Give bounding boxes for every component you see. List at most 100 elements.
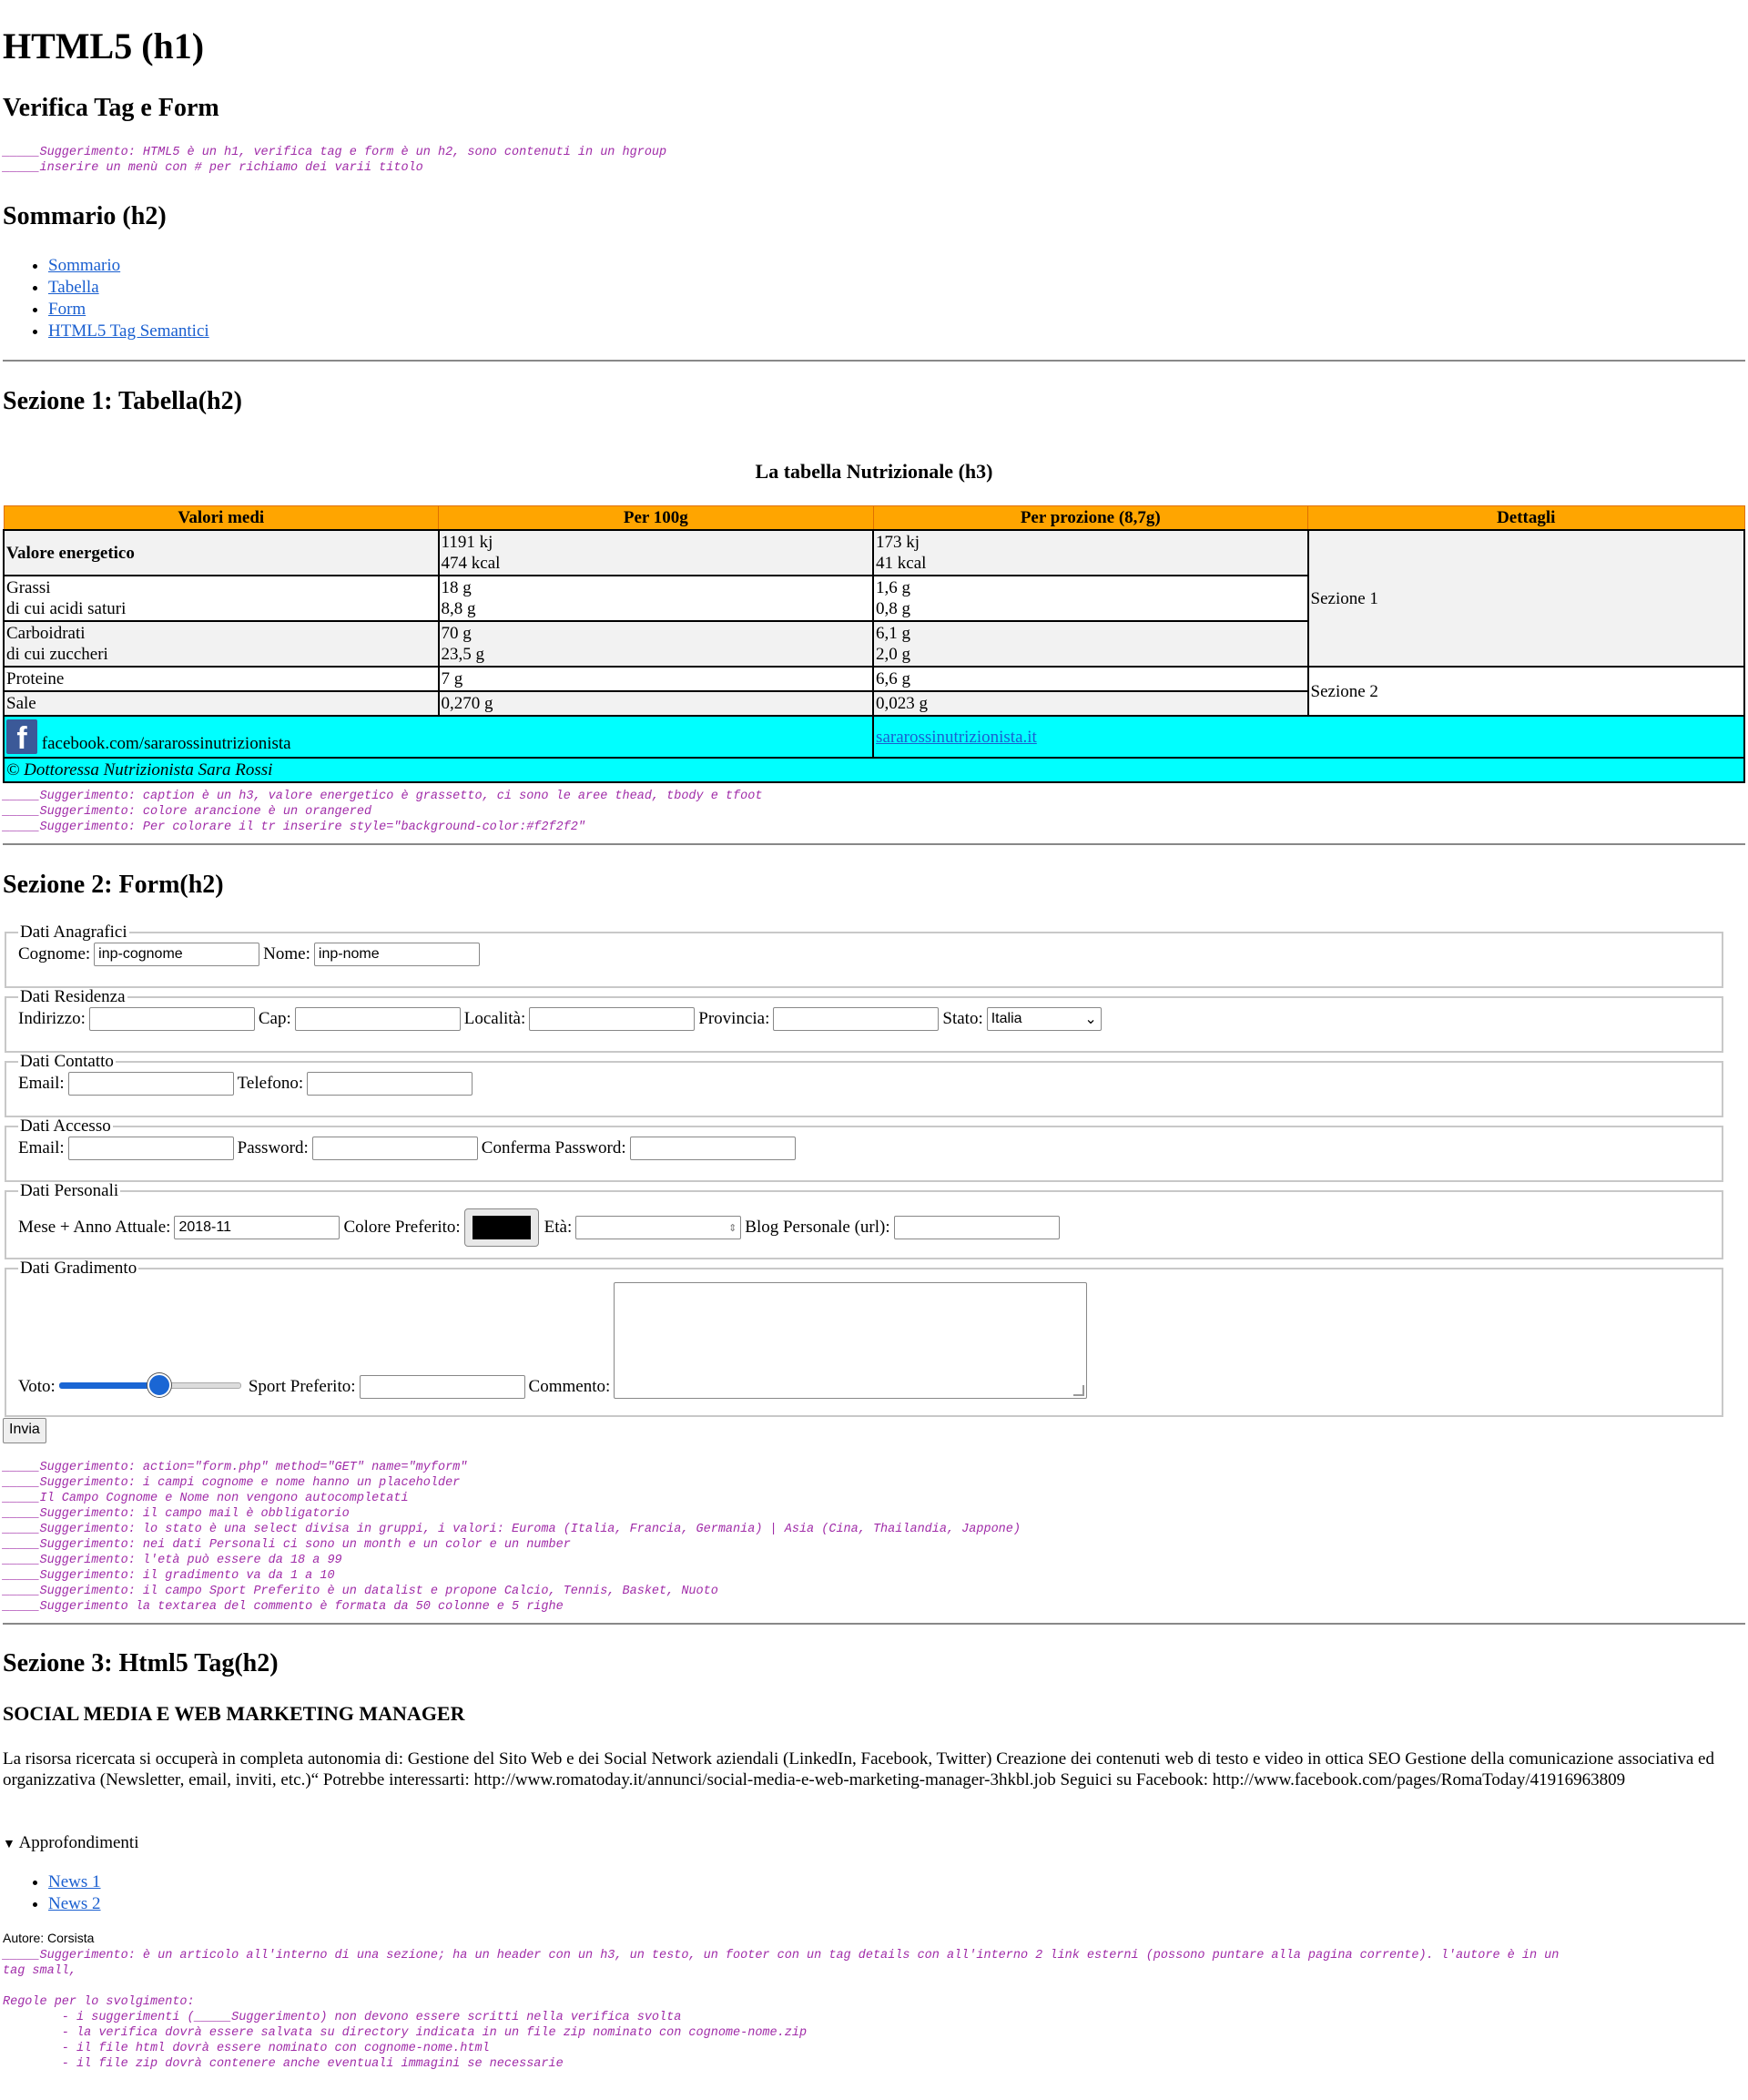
cell-value: 1191 kj — [441, 533, 493, 552]
hint-line: - il file zip dovrà contenere anche even… — [3, 2057, 564, 2071]
provincia-input[interactable] — [773, 1007, 940, 1031]
comment-label: Commento: — [528, 1377, 611, 1396]
hint-line: _____Suggerimento: caption è un h3, valo… — [3, 790, 763, 803]
article-text: La risorsa ricercata si occuperà in comp… — [3, 1749, 1714, 1789]
color-label: Colore Preferito: — [343, 1218, 461, 1237]
stato-select[interactable]: Italia ⌄ — [986, 1007, 1102, 1031]
table-header: Per 100g — [438, 505, 874, 531]
cognome-input[interactable]: inp-cognome — [94, 943, 260, 966]
form-row: Cognome: inp-cognome Nome: inp-nome — [18, 943, 1710, 966]
month-input[interactable]: 2018-11 — [174, 1216, 340, 1239]
legend: Dati Residenza — [20, 987, 126, 1006]
cognome-label: Cognome: — [18, 944, 91, 963]
hint-line: _____Suggerimento: il campo mail è obbli… — [3, 1507, 350, 1521]
nav-link-tabella[interactable]: Tabella — [48, 278, 99, 297]
cell-value: 70 g — [441, 624, 472, 643]
submit-button[interactable]: Invia — [3, 1418, 46, 1443]
cell-value: 0,8 g — [876, 599, 911, 618]
cell: 1191 kj 474 kcal — [437, 529, 875, 576]
row-label: Grassi — [6, 578, 51, 597]
nav-item: Form — [48, 299, 209, 321]
sport-label: Sport Preferito: — [248, 1377, 356, 1396]
details: ▼ Approfondimenti News 1 News 2 — [3, 1833, 139, 1915]
cell-value: 8,8 g — [441, 599, 476, 618]
nav-link-html5-tag[interactable]: HTML5 Tag Semantici — [48, 321, 209, 341]
cell-value: 2,0 g — [876, 645, 911, 664]
divider — [3, 843, 1745, 845]
news-link-2[interactable]: News 2 — [48, 1894, 101, 1913]
details-cell: Sezione 2 — [1306, 666, 1746, 717]
footer-facebook-cell: f facebook.com/sararossinutrizionista — [2, 715, 875, 759]
cap-input[interactable] — [294, 1007, 461, 1031]
hint-line: _____Suggerimento: action="form.php" met… — [3, 1461, 468, 1474]
slider-thumb[interactable] — [147, 1373, 171, 1397]
email-label: Email: — [18, 1074, 65, 1093]
color-swatch — [472, 1216, 531, 1239]
details-cell: Sezione 1 — [1306, 529, 1746, 668]
cell: Grassi di cui acidi saturi — [3, 575, 440, 622]
month-label: Mese + Anno Attuale: — [18, 1218, 171, 1237]
triangle-down-icon: ▼ — [3, 1838, 15, 1851]
spinner-icon[interactable]: ⇕ — [728, 1222, 737, 1234]
nome-input[interactable]: inp-nome — [313, 943, 480, 966]
cell-value: 0,270 g — [437, 690, 875, 717]
fieldset-contatto: Dati Contatto Email: Telefono: — [5, 1052, 1723, 1117]
table-header: Valori medi — [3, 505, 440, 531]
color-picker[interactable] — [463, 1208, 539, 1247]
form-row: Mese + Anno Attuale: 2018-11 Colore Pref… — [18, 1208, 1710, 1247]
nutrition-table: Valori medi Per 100g Per prozione (8,7g)… — [2, 505, 1746, 783]
details-summary[interactable]: ▼ Approfondimenti — [3, 1833, 139, 1853]
website-link[interactable]: sararossinutrizionista.it — [876, 728, 1037, 747]
row-label: Proteine — [3, 666, 440, 692]
news-link-1[interactable]: News 1 — [48, 1872, 101, 1891]
nav-link-form[interactable]: Form — [48, 300, 86, 319]
footer-website-cell: sararossinutrizionista.it — [872, 715, 1745, 759]
confirm-password-label: Conferma Password: — [481, 1138, 626, 1157]
cell: 1,6 g 0,8 g — [872, 575, 1309, 622]
nav-link-sommario[interactable]: Sommario — [48, 256, 120, 275]
indirizzo-input[interactable] — [88, 1007, 255, 1031]
localita-input[interactable] — [529, 1007, 696, 1031]
summary-title: Sommario (h2) — [3, 202, 167, 230]
fieldset-accesso: Dati Accesso Email: Password: Conferma P… — [5, 1116, 1723, 1182]
row-label: di cui acidi saturi — [6, 599, 127, 618]
section2-title: Sezione 2: Form(h2) — [3, 871, 224, 899]
cell: 173 kj 41 kcal — [872, 529, 1309, 576]
vote-slider[interactable] — [58, 1373, 241, 1397]
comment-textarea[interactable] — [614, 1282, 1088, 1399]
fieldset-gradimento: Dati Gradimento Voto: Sport Preferito: C… — [5, 1259, 1723, 1417]
age-input[interactable]: ⇕ — [575, 1216, 742, 1239]
cell-value: 6,1 g — [876, 624, 911, 643]
stato-value: Italia — [991, 1011, 1022, 1026]
table-header: Dettagli — [1307, 505, 1745, 531]
email-field[interactable] — [67, 1072, 234, 1096]
section3-title: Sezione 3: Html5 Tag(h2) — [3, 1649, 279, 1677]
row-label: di cui zuccheri — [6, 645, 108, 664]
cell-value: 7 g — [437, 666, 875, 692]
article-title: SOCIAL MEDIA E WEB MARKETING MANAGER — [3, 1702, 465, 1725]
password-field[interactable] — [311, 1137, 478, 1160]
hint-line: _____Suggerimento la textarea del commen… — [3, 1600, 564, 1614]
cell: 6,1 g 2,0 g — [872, 620, 1309, 668]
cell-value: 1,6 g — [876, 578, 911, 597]
confirm-password-field[interactable] — [629, 1137, 796, 1160]
blog-url-input[interactable] — [893, 1216, 1060, 1239]
cap-label: Cap: — [258, 1009, 291, 1028]
sport-input[interactable] — [359, 1375, 525, 1399]
stato-label: Stato: — [942, 1009, 983, 1028]
page-title: HTML5 (h1) — [3, 25, 205, 66]
summary-nav: Sommario Tabella Form HTML5 Tag Semantic… — [3, 255, 209, 342]
cell-value: 173 kj — [876, 533, 920, 552]
table-footer-row: f facebook.com/sararossinutrizionista sa… — [2, 715, 1745, 759]
legend: Dati Contatto — [20, 1052, 114, 1071]
hint-line: _____Suggerimento: i campi cognome e nom… — [3, 1476, 461, 1490]
legend: Dati Gradimento — [20, 1259, 137, 1278]
telefono-label: Telefono: — [237, 1074, 304, 1093]
row-label: Carboidrati — [6, 624, 86, 643]
hint-line: _____Suggerimento: il gradimento va da 1… — [3, 1569, 335, 1583]
cell: 18 g 8,8 g — [437, 575, 875, 622]
fieldset-residenza: Dati Residenza Indirizzo: Cap: Località:… — [5, 987, 1723, 1053]
password-label: Password: — [237, 1138, 309, 1157]
access-email-field[interactable] — [67, 1137, 234, 1160]
telefono-field[interactable] — [307, 1072, 473, 1096]
